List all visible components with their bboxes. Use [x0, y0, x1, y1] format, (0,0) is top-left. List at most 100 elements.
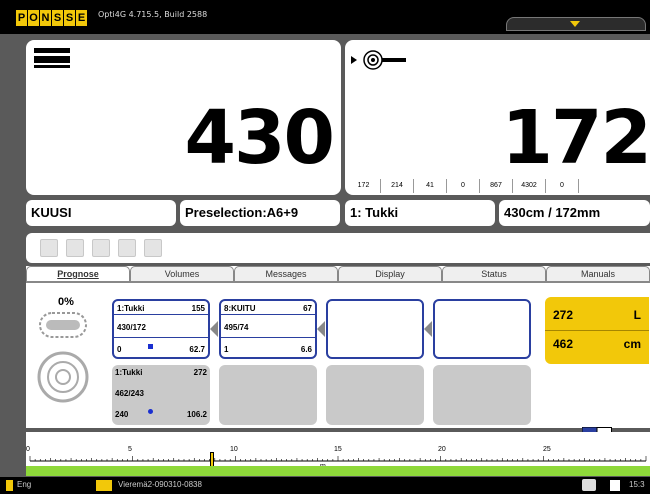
tab-bar: Prognose Volumes Messages Display Status… — [26, 266, 650, 281]
progress-percent: 0% — [58, 296, 74, 308]
card-right-value: 106.2 — [186, 410, 207, 419]
tab-display[interactable]: Display — [338, 266, 442, 281]
log-length-icon — [34, 48, 70, 68]
size-field[interactable]: 430cm / 172mm — [499, 200, 650, 226]
file-icon — [96, 480, 112, 491]
log-diameter-icon — [351, 50, 406, 70]
summary-value-2: 462 — [553, 337, 574, 351]
language-icon — [6, 480, 13, 491]
logo-letter: P — [16, 10, 27, 26]
stock-card-3[interactable] — [326, 365, 424, 425]
counter-cell: 0 — [545, 179, 578, 193]
summary-box: 272 L 462 cm — [545, 297, 649, 364]
card-count: 67 — [303, 304, 312, 313]
counter-cell: 172 — [357, 182, 370, 189]
arrow-left-icon — [317, 321, 325, 337]
logo-letter: S — [52, 10, 63, 26]
card-count: 155 — [191, 304, 205, 313]
ruler-label: 0 — [26, 446, 30, 453]
card-dims: 495/74 — [224, 323, 249, 332]
card-divider — [114, 337, 208, 338]
counter-cell: 0 — [446, 179, 479, 193]
tab-status[interactable]: Status — [442, 266, 546, 281]
counter-cell: 4302 — [512, 179, 545, 193]
card-divider — [221, 337, 315, 338]
file-name: Vieremä2-090310-0838 — [118, 480, 202, 489]
summary-unit-2: cm — [623, 337, 641, 351]
chevron-down-icon — [570, 21, 580, 27]
card-divider — [221, 314, 315, 315]
tab-manuals[interactable]: Manuals — [546, 266, 650, 281]
logo-letter: S — [64, 10, 75, 26]
card-left-value: 0 — [117, 345, 122, 354]
product-card-4[interactable] — [433, 299, 531, 359]
card-count: 272 — [193, 368, 207, 377]
stock-card-1[interactable]: 1:Tukki 272 462/243 240 106.2 — [112, 365, 210, 425]
product-card-1[interactable]: 1:Tukki 155 430/172 0 62.7 — [112, 299, 210, 359]
clock-time: 15:3 — [629, 480, 645, 489]
logo-letter: N — [40, 10, 51, 26]
arrow-left-icon — [424, 321, 432, 337]
card-name: 8:KUITU — [224, 304, 256, 313]
machine-icon[interactable] — [582, 479, 596, 491]
card-left-value: 240 — [115, 410, 129, 419]
product-card-3[interactable] — [326, 299, 424, 359]
preselection-field[interactable]: Preselection:A6+9 — [180, 200, 340, 226]
menu-dropdown[interactable] — [506, 17, 646, 31]
species-field[interactable]: KUUSI — [26, 200, 176, 226]
tool-person-icon[interactable] — [144, 239, 162, 257]
length-panel: 430 — [26, 40, 341, 195]
counter-cell — [578, 179, 611, 193]
length-value: 430 — [184, 95, 335, 181]
stock-card-4[interactable] — [433, 365, 531, 425]
stem-graphic-icon — [37, 312, 89, 403]
product-field[interactable]: 1: Tukki — [345, 200, 495, 226]
ruler-label: 20 — [438, 446, 446, 453]
card-name: 1:Tukki — [115, 368, 143, 377]
diameter-panel: 172 172 214 41 0 867 4302 0 — [345, 40, 650, 195]
card-right-value: 62.7 — [189, 345, 205, 354]
summary-value-1: 272 — [553, 308, 574, 322]
logo-letter: O — [28, 10, 39, 26]
card-dims: 430/172 — [117, 323, 146, 332]
card-name: 1:Tukki — [117, 304, 145, 313]
tab-prognose[interactable]: Prognose — [26, 266, 130, 281]
tool-bar — [26, 233, 650, 263]
blue-marker-icon — [148, 409, 153, 414]
blue-marker-icon — [148, 344, 153, 349]
summary-divider — [545, 330, 649, 331]
arrow-left-icon — [210, 321, 218, 337]
status-bar: Eng Vieremä2-090310-0838 15:3 — [0, 477, 650, 494]
product-card-2[interactable]: 8:KUITU 67 495/74 1 6.6 — [219, 299, 317, 359]
card-left-value: 1 — [224, 345, 229, 354]
ruler-label: 25 — [543, 446, 551, 453]
counter-cell: 214 — [380, 179, 413, 193]
tool-circle-icon[interactable] — [118, 239, 136, 257]
progress-bar — [26, 466, 650, 476]
summary-unit-1: L — [633, 308, 641, 322]
language-label: Eng — [17, 480, 32, 489]
ruler-label: 5 — [128, 446, 132, 453]
tool-bucket-icon[interactable] — [92, 239, 110, 257]
tab-messages[interactable]: Messages — [234, 266, 338, 281]
top-bar: P O N S S E Opti4G 4.715.5, Build 2588 — [0, 0, 650, 34]
counter-row: 172 214 41 0 867 4302 0 — [345, 179, 650, 193]
card-right-value: 6.6 — [300, 345, 312, 354]
card-dims: 462/243 — [115, 389, 144, 398]
diameter-value: 172 — [501, 95, 650, 181]
tab-panel: Prognose Volumes Messages Display Status… — [26, 266, 650, 428]
ponsse-logo: P O N S S E — [16, 10, 88, 26]
ruler-label: 10 — [230, 446, 238, 453]
tab-volumes[interactable]: Volumes — [130, 266, 234, 281]
ruler-label: 15 — [334, 446, 342, 453]
stock-card-2[interactable] — [219, 365, 317, 425]
counter-cell: 41 — [413, 179, 446, 193]
counter-cell: 867 — [479, 179, 512, 193]
logo-letter: E — [76, 10, 87, 26]
tab-divider — [26, 281, 650, 283]
card-divider — [114, 314, 208, 315]
version-label: Opti4G 4.715.5, Build 2588 — [98, 10, 208, 19]
tool-saw-icon[interactable] — [40, 239, 58, 257]
clock-icon — [610, 480, 620, 491]
tool-grid-icon[interactable] — [66, 239, 84, 257]
